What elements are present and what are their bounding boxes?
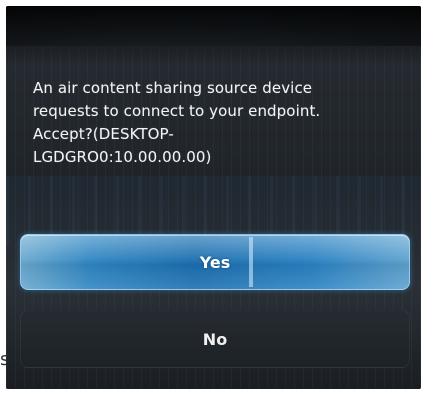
edge-artifact: s bbox=[0, 349, 6, 370]
button-highlight bbox=[249, 237, 253, 287]
top-shadow bbox=[6, 6, 421, 66]
connection-request-message: An air content sharing source device req… bbox=[33, 79, 321, 166]
tv-screen: An air content sharing source device req… bbox=[6, 6, 421, 389]
no-button[interactable]: No bbox=[20, 310, 410, 368]
yes-button-label: Yes bbox=[199, 252, 231, 272]
yes-button[interactable]: Yes bbox=[20, 234, 410, 290]
no-button-label: No bbox=[202, 329, 228, 349]
